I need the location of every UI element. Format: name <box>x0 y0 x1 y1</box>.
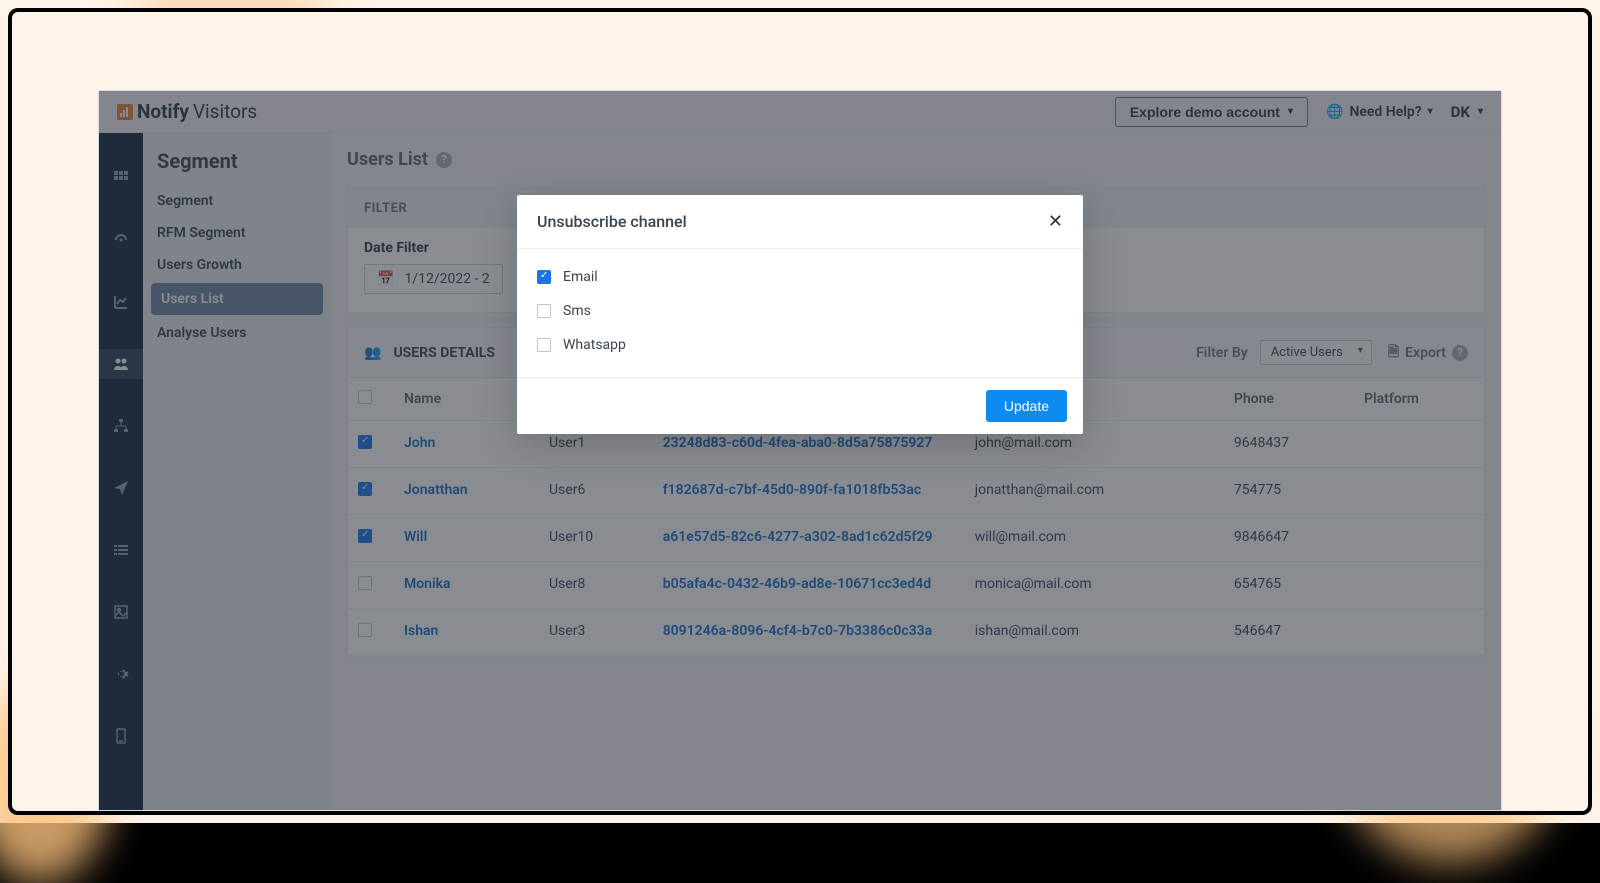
option-checkbox[interactable] <box>537 304 551 318</box>
channel-option[interactable]: Sms <box>537 303 1063 319</box>
unsubscribe-modal: Unsubscribe channel ✕ Email Sms Whatsapp U… <box>517 195 1083 434</box>
option-label: Email <box>563 269 598 285</box>
modal-title: Unsubscribe channel <box>537 212 687 231</box>
app-window: NotifyVisitors Explore demo account ▾ 🌐 … <box>98 90 1502 811</box>
option-label: Whatsapp <box>563 337 626 353</box>
close-button[interactable]: ✕ <box>1048 211 1063 232</box>
channel-option[interactable]: Email <box>537 269 1063 285</box>
option-checkbox[interactable] <box>537 270 551 284</box>
channel-option[interactable]: Whatsapp <box>537 337 1063 353</box>
update-button[interactable]: Update <box>986 390 1067 422</box>
option-checkbox[interactable] <box>537 338 551 352</box>
option-label: Sms <box>563 303 591 319</box>
update-label: Update <box>1004 398 1049 414</box>
